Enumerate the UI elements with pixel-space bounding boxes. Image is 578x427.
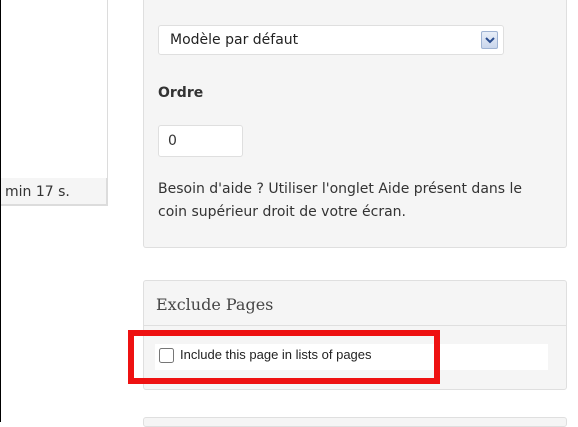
template-select-value: Modèle par défaut: [170, 32, 299, 48]
exclude-pages-header[interactable]: Exclude Pages: [144, 281, 566, 326]
exclude-pages-title: Exclude Pages: [156, 295, 274, 314]
order-label: Ordre: [158, 85, 204, 101]
template-select[interactable]: Modèle par défaut: [158, 25, 504, 55]
next-panel: [143, 417, 567, 427]
status-time-text: min 17 s.: [5, 184, 70, 200]
help-text: Besoin d'aide ? Utiliser l'onglet Aide p…: [158, 181, 523, 220]
highlight-annotation: [128, 330, 440, 384]
status-time-box: min 17 s.: [1, 178, 107, 205]
order-input[interactable]: [158, 125, 243, 157]
publish-panel: [1, 0, 108, 206]
chevron-down-icon[interactable]: [481, 31, 498, 49]
